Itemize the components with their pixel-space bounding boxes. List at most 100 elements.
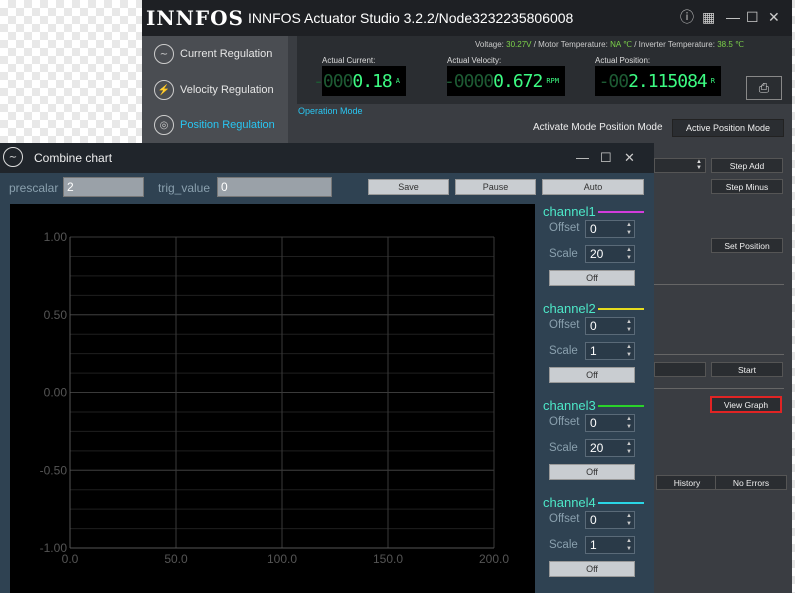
info-icon[interactable]: ⓘ — [680, 9, 694, 25]
no-errors-button[interactable]: No Errors — [715, 475, 787, 490]
chart-svg: 1.000.500.00-0.50-1.000.0 50.0 100.0 150.0 2… — [40, 230, 510, 566]
motor-temp-value: NA ℃ — [610, 40, 632, 49]
spin-up-icon[interactable]: ▲ — [626, 441, 632, 447]
close-icon[interactable]: ✕ — [768, 9, 780, 25]
set-position-button[interactable]: Set Position — [711, 238, 783, 253]
history-button[interactable]: History — [656, 475, 718, 490]
scale-value: 1 — [590, 344, 597, 358]
app-icon: ∼ — [3, 147, 23, 167]
current-icon: ∼ — [154, 44, 174, 64]
readout-unit: R — [710, 77, 715, 85]
voltage-value: 30.27V — [506, 40, 532, 49]
view-graph-button[interactable]: View Graph — [710, 396, 782, 413]
actual-position-label: Actual Position: — [595, 56, 651, 65]
offset-spinbox[interactable]: 0 ▲ ▼ — [585, 317, 635, 335]
spin-up-icon[interactable]: ▲ — [626, 222, 632, 228]
voltage-label: Voltage: — [474, 40, 504, 49]
step-input[interactable]: ▲ ▼ — [654, 158, 706, 173]
scale-label: Scale — [549, 442, 578, 454]
close-icon[interactable]: ✕ — [624, 150, 635, 166]
actual-position-display: -00 2.115084 R — [595, 66, 721, 96]
spin-down-icon[interactable]: ▼ — [626, 352, 632, 358]
combine-chart-window: ∼ Combine chart — ☐ ✕ prescalar 2 trig_v… — [0, 143, 654, 593]
scale-label: Scale — [549, 345, 578, 357]
grid-icon[interactable]: ▦ — [702, 9, 715, 25]
readout-value: 0.672 — [493, 70, 543, 92]
minimize-icon[interactable]: — — [726, 9, 740, 25]
channel-name: channel4 — [543, 495, 596, 510]
divider — [654, 388, 784, 389]
scale-spinbox[interactable]: 1 ▲ ▼ — [585, 342, 635, 360]
actual-velocity-display: -0000 0.672 RPM — [443, 66, 565, 96]
spin-up-icon[interactable]: ▲ — [626, 513, 632, 519]
prescalar-label: prescalar — [9, 181, 59, 195]
spin-up-icon[interactable]: ▲ — [626, 247, 632, 253]
scale-spinbox[interactable]: 20 ▲ ▼ — [585, 245, 635, 263]
channel-panel-2: channel2 Offset 0 ▲ ▼ Scale 1 ▲ ▼ Off — [543, 301, 647, 397]
active-position-mode-button[interactable]: Active Position Mode — [672, 119, 784, 137]
chart-plot-area[interactable]: 1.00 0.50 0.00 -0.50 -1.00 0.0 50.0 100.0 150.0 2… — [10, 204, 535, 593]
maximize-icon[interactable]: ☐ — [746, 9, 759, 25]
sidebar-item-label: Current Regulation — [180, 48, 273, 60]
sidebar-item-current-regulation[interactable]: ∼ Current Regulation — [142, 36, 288, 72]
step-minus-button[interactable]: Step Minus — [711, 179, 783, 194]
status-panel: Voltage: 30.27V / Motor Temperature: NA … — [297, 36, 792, 104]
spin-down-icon[interactable]: ▼ — [626, 521, 632, 527]
x-tick-label: 100.0 — [267, 552, 297, 566]
channel-color-swatch — [598, 308, 644, 310]
camera-button[interactable]: ⎙ — [746, 76, 782, 100]
channel-name: channel3 — [543, 398, 596, 413]
x-tick-label: 0.0 — [62, 552, 79, 566]
sidebar-item-position-regulation[interactable]: ◎ Position Regulation — [142, 107, 288, 143]
scale-spinbox[interactable]: 20 ▲ ▼ — [585, 439, 635, 457]
spin-down-icon[interactable]: ▼ — [626, 546, 632, 552]
trig-value-input[interactable]: 0 — [217, 177, 332, 197]
channel-off-button[interactable]: Off — [549, 367, 635, 383]
offset-spinbox[interactable]: 0 ▲ ▼ — [585, 414, 635, 432]
prescalar-input[interactable]: 2 — [63, 177, 144, 197]
readout-dim-digits: -00 — [598, 70, 629, 92]
spin-down-icon[interactable]: ▼ — [626, 424, 632, 430]
scale-value: 20 — [590, 247, 604, 261]
auto-button[interactable]: Auto — [542, 179, 644, 195]
maximize-icon[interactable]: ☐ — [600, 150, 612, 166]
save-button[interactable]: Save — [368, 179, 449, 195]
spin-down-icon[interactable]: ▼ — [626, 230, 632, 236]
spin-arrows-icon: ▲ ▼ — [696, 159, 702, 171]
readout-unit: A — [395, 77, 400, 85]
offset-spinbox[interactable]: 0 ▲ ▼ — [585, 220, 635, 238]
spin-down-icon[interactable]: ▼ — [626, 255, 632, 261]
step-add-button[interactable]: Step Add — [711, 158, 783, 173]
offset-label: Offset — [549, 513, 580, 525]
offset-label: Offset — [549, 222, 580, 234]
divider — [654, 354, 784, 355]
spin-up-icon[interactable]: ▲ — [626, 344, 632, 350]
x-tick-label: 200.0 — [479, 552, 509, 566]
pause-button[interactable]: Pause — [455, 179, 536, 195]
readout-value: 2.115084 — [628, 70, 708, 92]
channel-off-button[interactable]: Off — [549, 270, 635, 286]
y-tick-label: 0.00 — [44, 386, 68, 400]
actual-current-label: Actual Current: — [322, 56, 376, 65]
channel-off-button[interactable]: Off — [549, 464, 635, 480]
spin-down-icon[interactable]: ▼ — [626, 449, 632, 455]
channel-off-button[interactable]: Off — [549, 561, 635, 577]
scale-label: Scale — [549, 248, 578, 260]
scale-value: 20 — [590, 441, 604, 455]
offset-spinbox[interactable]: 0 ▲ ▼ — [585, 511, 635, 529]
scale-spinbox[interactable]: 1 ▲ ▼ — [585, 536, 635, 554]
spin-up-icon[interactable]: ▲ — [626, 319, 632, 325]
spin-up-icon[interactable]: ▲ — [626, 538, 632, 544]
chart-title-bar: ∼ Combine chart — ☐ ✕ — [0, 143, 654, 173]
spin-down-icon[interactable]: ▼ — [626, 327, 632, 333]
sidebar-item-velocity-regulation[interactable]: ⚡ Velocity Regulation — [142, 72, 288, 108]
start-input[interactable] — [654, 362, 706, 377]
x-tick-label: 50.0 — [164, 552, 188, 566]
minimize-icon[interactable]: — — [576, 150, 589, 165]
start-button[interactable]: Start — [711, 362, 783, 377]
offset-value: 0 — [590, 416, 597, 430]
readout-dim-digits: -0000 — [443, 70, 494, 92]
spin-up-icon[interactable]: ▲ — [626, 416, 632, 422]
velocity-icon: ⚡ — [154, 80, 174, 100]
sidebar-item-label: Velocity Regulation — [180, 84, 274, 96]
